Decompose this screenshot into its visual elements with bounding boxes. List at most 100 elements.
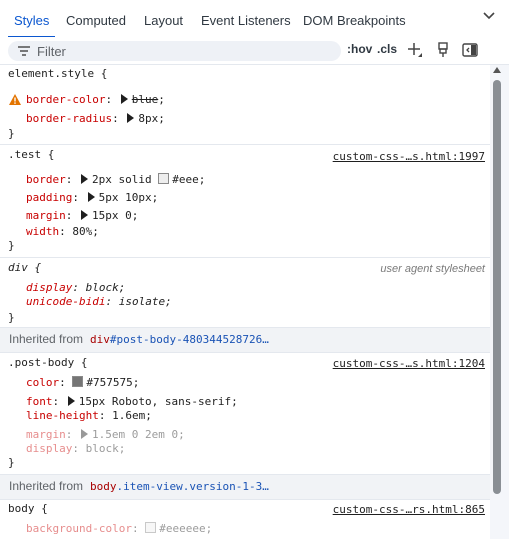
rule-selector[interactable]: div {: [8, 260, 41, 276]
hov-toggle[interactable]: :hov: [347, 42, 372, 56]
inherited-section-header: Inherited from div#post-body-48034452872…: [0, 327, 490, 353]
rule-selector[interactable]: element.style {: [8, 66, 107, 82]
colon: :: [65, 209, 79, 222]
rule-selector[interactable]: body {: [8, 501, 48, 517]
property-value[interactable]: block;: [86, 442, 126, 455]
property-name[interactable]: border: [26, 173, 66, 186]
devtools-subtab-bar: Styles Computed Layout Event Listeners D…: [0, 0, 509, 38]
rule-close: }: [8, 239, 15, 252]
property-name[interactable]: padding: [26, 191, 72, 204]
source-link[interactable]: custom-css-…s.html:1204: [333, 356, 485, 372]
property-value[interactable]: block;: [86, 281, 126, 294]
property-value[interactable]: 15px Roboto, sans-serif;: [79, 395, 238, 408]
tab-layout[interactable]: Layout: [144, 0, 183, 37]
property-name[interactable]: background-color: [26, 522, 132, 535]
rule-selector[interactable]: .post-body {: [8, 355, 87, 371]
property-name[interactable]: border-radius: [26, 112, 112, 125]
filter-input[interactable]: Filter: [8, 41, 341, 61]
expand-triangle-icon[interactable]: [120, 94, 128, 104]
inherited-tag[interactable]: body: [90, 480, 117, 493]
colon: :: [72, 191, 86, 204]
property-value[interactable]: isolate;: [119, 295, 172, 308]
expand-triangle-icon[interactable]: [67, 396, 75, 406]
declaration-background-color-inactive[interactable]: background-color: #eeeeee;: [26, 521, 212, 537]
property-name[interactable]: display: [26, 281, 72, 294]
property-value[interactable]: 8px: [138, 112, 158, 125]
inherited-label: Inherited from: [9, 332, 84, 346]
declaration-display-inactive[interactable]: display: block;: [26, 441, 125, 457]
property-value[interactable]: 2px solid: [92, 173, 152, 186]
property-value[interactable]: #eeeeee;: [159, 522, 212, 535]
semicolon: ;: [158, 112, 165, 125]
styles-toolbar: Filter: [0, 37, 509, 65]
property-name[interactable]: font: [26, 395, 53, 408]
property-value[interactable]: 80%;: [72, 225, 99, 238]
declaration-color[interactable]: color: #757575;: [26, 375, 139, 391]
property-value[interactable]: 15px 0;: [92, 209, 138, 222]
property-value[interactable]: 5px 10px;: [99, 191, 159, 204]
color-swatch[interactable]: [145, 522, 157, 533]
styles-pane: element.style { border-color: blue; bord…: [0, 65, 490, 539]
source-link[interactable]: custom-css-…s.html:1997: [333, 149, 485, 165]
expand-triangle-icon[interactable]: [81, 429, 88, 439]
rule-close: }: [8, 456, 15, 469]
cls-toggle[interactable]: .cls: [377, 42, 397, 56]
colon: :: [105, 93, 119, 106]
property-name[interactable]: width: [26, 225, 59, 238]
inherited-element-link[interactable]: body.item-view.version-1-3…: [90, 480, 269, 493]
scrollbar-thumb[interactable]: [493, 80, 501, 494]
property-name[interactable]: margin: [26, 428, 66, 441]
property-name[interactable]: unicode-bidi: [26, 295, 105, 308]
tab-computed[interactable]: Computed: [66, 0, 126, 37]
property-name[interactable]: display: [26, 442, 72, 455]
colon: :: [52, 395, 66, 408]
property-name[interactable]: margin: [26, 209, 66, 222]
expand-triangle-icon[interactable]: [81, 210, 88, 220]
color-swatch[interactable]: [72, 376, 84, 387]
property-value[interactable]: #757575;: [86, 376, 139, 389]
declaration-line-height[interactable]: line-height: 1.6em;: [26, 408, 152, 424]
tab-dom-breakpoints[interactable]: DOM Breakpoints: [303, 0, 406, 37]
inherited-tag[interactable]: div: [90, 333, 110, 346]
toggle-sidebar-icon[interactable]: [462, 42, 478, 58]
expand-triangle-icon[interactable]: [127, 113, 135, 123]
colon: :: [112, 112, 126, 125]
property-value[interactable]: 1.6em;: [112, 409, 152, 422]
inherited-class[interactable]: .item-view.version-1-3…: [117, 480, 269, 493]
declaration-unicode-bidi[interactable]: unicode-bidi: isolate;: [26, 294, 172, 310]
element-state-icon[interactable]: [435, 42, 451, 58]
source-link[interactable]: custom-css-…rs.html:865: [333, 502, 485, 518]
colon: :: [59, 225, 73, 238]
declaration-border-radius[interactable]: border-radius: 8px;: [26, 111, 165, 127]
declaration-border-color[interactable]: border-color: blue;: [26, 92, 165, 108]
rule-divider: [0, 257, 490, 258]
rule-divider: [0, 144, 490, 145]
declaration-padding[interactable]: padding: 5px 10px;: [26, 190, 158, 206]
property-name[interactable]: color: [26, 376, 59, 389]
color-swatch[interactable]: [158, 173, 170, 184]
property-value[interactable]: 1.5em 0 2em 0;: [92, 428, 185, 441]
declaration-border[interactable]: border: 2px solid #eee;: [26, 172, 205, 188]
new-style-rule-icon[interactable]: [406, 42, 422, 58]
colon: :: [72, 281, 86, 294]
expand-triangle-icon[interactable]: [81, 174, 88, 184]
tab-styles[interactable]: Styles: [7, 0, 56, 38]
declaration-margin[interactable]: margin: 15px 0;: [26, 208, 138, 224]
colon: :: [65, 428, 79, 441]
property-name[interactable]: border-color: [26, 93, 105, 106]
rule-close: }: [8, 311, 15, 324]
chevron-down-icon[interactable]: [483, 10, 495, 22]
colon: :: [65, 173, 79, 186]
rule-selector[interactable]: .test {: [8, 147, 54, 163]
property-value[interactable]: blue: [132, 93, 159, 106]
filter-icon: [18, 46, 30, 56]
inherited-element-link[interactable]: div#post-body-480344528726…: [90, 333, 269, 346]
expand-triangle-icon[interactable]: [87, 192, 95, 202]
scroll-up-icon[interactable]: [492, 66, 502, 74]
inherited-id[interactable]: #post-body-480344528726…: [110, 333, 269, 346]
property-name[interactable]: line-height: [26, 409, 99, 422]
tab-event-listeners[interactable]: Event Listeners: [201, 0, 291, 37]
color-value[interactable]: #eee;: [172, 173, 205, 186]
declaration-width[interactable]: width: 80%;: [26, 224, 99, 240]
